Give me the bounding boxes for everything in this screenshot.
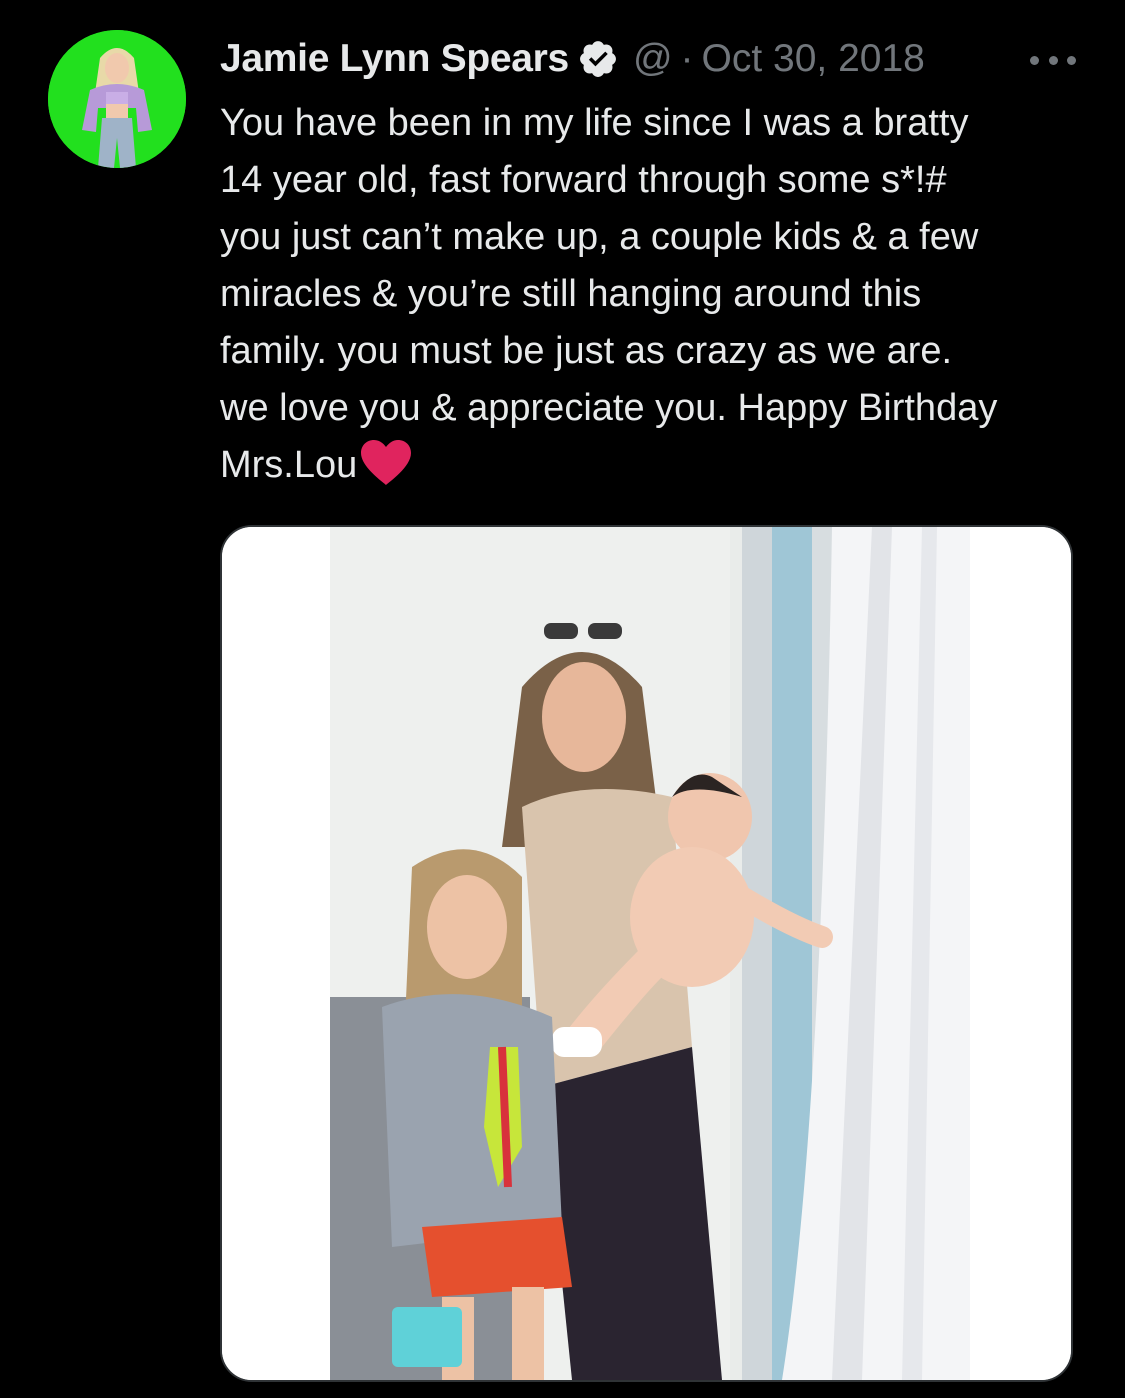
tweet-text-line: You have been in my life since I was a b… — [220, 102, 969, 144]
heart-emoji — [357, 437, 415, 487]
tweet-text-line: miracles & you’re still hanging around t… — [220, 273, 922, 315]
tweet-text-line: we love you & appreciate you. Happy Birt… — [220, 387, 998, 429]
tweet-photo[interactable] — [220, 525, 1073, 1382]
tweet-text: You have been in my life since I was a b… — [220, 95, 1100, 494]
more-options-icon[interactable] — [1030, 48, 1076, 72]
tweet-header: Jamie Lynn Spears @ · Oct 30, 2018 — [220, 34, 925, 84]
author-avatar[interactable] — [48, 30, 186, 168]
tweet-text-line: Mrs.Lou — [220, 444, 358, 486]
tweet-date[interactable]: Oct 30, 2018 — [702, 37, 925, 81]
tweet-text-line: family. you must be just as crazy as we … — [220, 330, 953, 372]
tweet-text-last-line: Mrs.Lou — [220, 437, 1100, 494]
author-handle[interactable]: @ — [633, 37, 673, 81]
separator-dot: · — [680, 37, 694, 80]
tweet[interactable]: Jamie Lynn Spears @ · Oct 30, 2018 You h… — [0, 0, 1125, 1398]
author-name[interactable]: Jamie Lynn Spears — [220, 37, 569, 81]
verified-badge-icon — [577, 38, 619, 80]
tweet-text-line: 14 year old, fast forward through some s… — [220, 159, 947, 201]
tweet-text-line: you just can’t make up, a couple kids & … — [220, 216, 979, 258]
